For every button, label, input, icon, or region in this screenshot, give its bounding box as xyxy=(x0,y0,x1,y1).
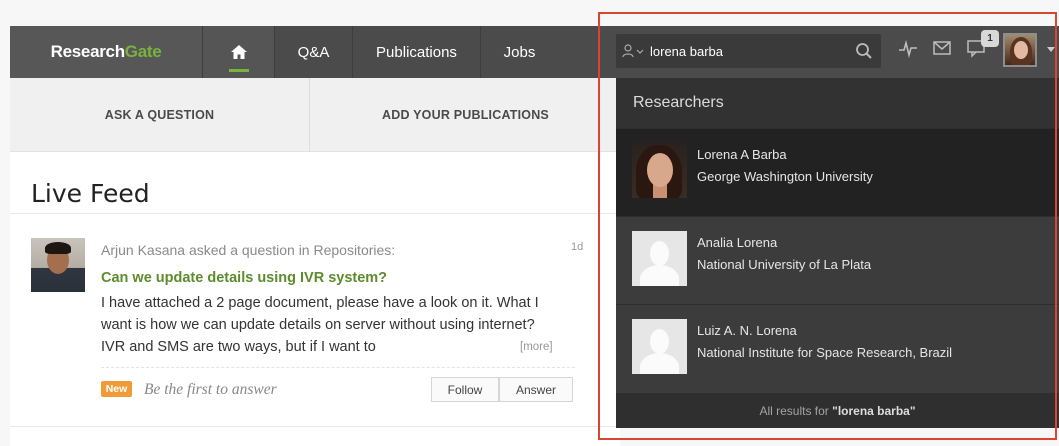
all-results-query: "lorena barba" xyxy=(832,403,916,418)
search-input[interactable] xyxy=(650,43,845,59)
feed-title: Live Feed xyxy=(31,179,150,208)
dropdown-header: Researchers xyxy=(616,78,1059,128)
new-badge: New xyxy=(101,381,132,397)
researcher-institution: George Washington University xyxy=(697,169,873,184)
action-bar: ASK A QUESTION ADD YOUR PUBLICATIONS xyxy=(10,78,620,152)
researcher-result[interactable]: Lorena A Barba George Washington Univers… xyxy=(616,128,1059,216)
person-filter-icon[interactable] xyxy=(622,44,644,58)
researcher-photo xyxy=(632,143,687,198)
add-publications-button[interactable]: ADD YOUR PUBLICATIONS xyxy=(311,78,620,152)
question-body: I have attached a 2 page document, pleas… xyxy=(101,295,539,355)
default-avatar-icon xyxy=(632,319,687,374)
pulse-icon[interactable] xyxy=(898,38,918,58)
ask-question-button[interactable]: ASK A QUESTION xyxy=(10,78,310,152)
first-answer-prompt: Be the first to answer xyxy=(144,381,277,398)
feed-item-time: 1d xyxy=(571,241,584,253)
divider xyxy=(10,426,620,427)
question-title-link[interactable]: Can we update details using IVR system? xyxy=(101,270,387,286)
search-icon[interactable] xyxy=(855,42,873,60)
logo-text-gate: Gate xyxy=(124,42,162,61)
researcher-name: Analia Lorena xyxy=(697,235,778,250)
all-results-link[interactable]: All results for "lorena barba" xyxy=(616,393,1059,428)
researcher-result[interactable]: Luiz A. N. Lorena National Institute for… xyxy=(616,304,1059,392)
default-avatar-icon xyxy=(632,231,687,286)
follow-button[interactable]: Follow xyxy=(431,377,499,402)
home-icon xyxy=(230,45,247,59)
search-bar xyxy=(616,34,881,68)
live-feed: Live Feed Arjun Kasana asked a question … xyxy=(10,152,620,446)
notification-badge[interactable]: 1 xyxy=(981,30,999,47)
all-results-prefix: All results for xyxy=(759,403,829,418)
author-avatar[interactable] xyxy=(31,238,85,292)
nav-qa[interactable]: Q&A xyxy=(274,26,352,78)
nav-publications[interactable]: Publications xyxy=(352,26,480,78)
logo-text-research: Research xyxy=(50,42,125,61)
nav-jobs[interactable]: Jobs xyxy=(480,26,558,78)
researcher-institution: National Institute for Space Research, B… xyxy=(697,345,953,360)
answer-button[interactable]: Answer xyxy=(499,377,573,402)
divider xyxy=(10,213,620,214)
researcher-name: Lorena A Barba xyxy=(697,147,787,162)
active-nav-indicator xyxy=(229,69,249,72)
researcher-result[interactable]: Analia Lorena National University of La … xyxy=(616,216,1059,304)
more-link[interactable]: [more] xyxy=(520,341,553,353)
researcher-name: Luiz A. N. Lorena xyxy=(697,323,797,338)
researcher-institution: National University of La Plata xyxy=(697,257,872,272)
user-avatar[interactable] xyxy=(1003,33,1037,67)
divider xyxy=(101,367,575,368)
mail-icon[interactable] xyxy=(932,38,952,58)
chevron-down-icon[interactable] xyxy=(1047,47,1055,52)
researchgate-logo[interactable]: Research Gate xyxy=(10,26,202,78)
search-results-dropdown: Researchers Lorena A Barba George Washin… xyxy=(616,78,1059,428)
feed-item-meta: Arjun Kasana asked a question in Reposit… xyxy=(101,242,396,258)
nav-home[interactable] xyxy=(202,26,274,78)
